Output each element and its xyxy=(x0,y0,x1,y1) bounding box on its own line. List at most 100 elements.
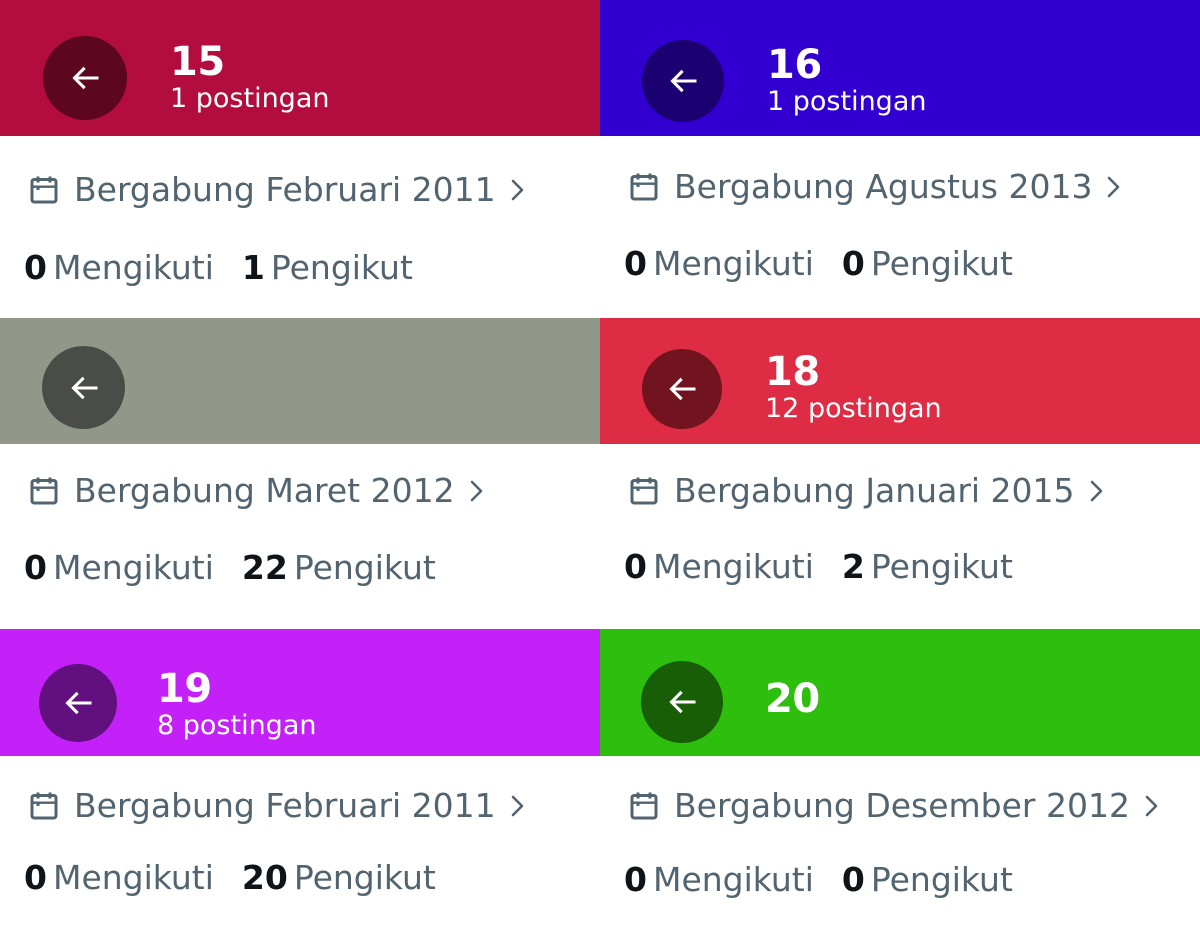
joined-date[interactable]: Bergabung Februari 2011 xyxy=(26,170,532,210)
followers-count: 20 xyxy=(241,858,288,897)
profile-header-banner xyxy=(0,318,600,444)
follow-stats: 0 Mengikuti 20 Pengikut xyxy=(24,858,436,898)
following-label: Mengikuti xyxy=(652,547,814,586)
profile-card: 19 8 postingan Bergabung Februari 2011 0 Men… xyxy=(0,629,600,933)
following-link[interactable]: 0 Mengikuti xyxy=(624,244,814,284)
followers-link[interactable]: 0 Pengikut xyxy=(842,244,1013,284)
followers-label: Pengikut xyxy=(270,248,413,287)
joined-date-text: Bergabung Februari 2011 xyxy=(74,786,496,825)
followers-label: Pengikut xyxy=(293,858,436,897)
profile-title-block: 18 12 postingan xyxy=(765,350,942,424)
followers-count: 1 xyxy=(241,248,265,287)
follow-stats: 0 Mengikuti 2 Pengikut xyxy=(624,547,1013,587)
joined-date[interactable]: Bergabung Januari 2015 xyxy=(626,471,1111,511)
arrow-left-icon xyxy=(67,60,103,96)
profile-header-banner: 15 1 postingan xyxy=(0,0,600,136)
followers-count: 0 xyxy=(841,860,865,899)
follow-stats: 0 Mengikuti 0 Pengikut xyxy=(624,244,1013,284)
arrow-left-icon xyxy=(66,370,102,406)
chevron-right-icon xyxy=(506,175,532,205)
followers-link[interactable]: 22 Pengikut xyxy=(242,548,436,588)
profile-header-banner: 16 1 postingan xyxy=(600,0,1200,136)
chevron-right-icon xyxy=(1085,476,1111,506)
followers-link[interactable]: 1 Pengikut xyxy=(242,248,413,288)
profile-title-block: 15 1 postingan xyxy=(170,40,329,114)
profile-grid: 15 1 postingan Bergabung Februari 2011 0 Men… xyxy=(0,0,1200,933)
following-count: 0 xyxy=(24,858,47,897)
profile-name: 18 xyxy=(765,349,820,395)
followers-count: 2 xyxy=(841,547,865,586)
joined-date-text: Bergabung Maret 2012 xyxy=(74,471,455,510)
profile-name: 15 xyxy=(170,39,225,85)
joined-date-text: Bergabung Desember 2012 xyxy=(674,786,1130,825)
profile-card: 15 1 postingan Bergabung Februari 2011 0 Men… xyxy=(0,0,600,318)
follow-stats: 0 Mengikuti 0 Pengikut xyxy=(624,860,1013,900)
following-link[interactable]: 0 Mengikuti xyxy=(624,547,814,587)
followers-label: Pengikut xyxy=(870,860,1013,899)
joined-date[interactable]: Bergabung Maret 2012 xyxy=(26,471,491,511)
joined-date[interactable]: Bergabung Februari 2011 xyxy=(26,786,532,826)
following-count: 0 xyxy=(24,248,47,287)
joined-date-text: Bergabung Februari 2011 xyxy=(74,170,496,209)
following-count: 0 xyxy=(624,547,647,586)
joined-date[interactable]: Bergabung Desember 2012 xyxy=(626,786,1166,826)
calendar-icon xyxy=(626,472,664,510)
profile-card: 16 1 postingan Bergabung Agustus 2013 0 Meng… xyxy=(600,0,1200,318)
post-count: 12 postingan xyxy=(765,393,942,424)
back-button[interactable] xyxy=(39,664,117,742)
following-count: 0 xyxy=(624,860,647,899)
post-count: 1 postingan xyxy=(767,86,927,117)
profile-name: 19 xyxy=(157,666,212,712)
calendar-icon xyxy=(626,787,664,825)
followers-label: Pengikut xyxy=(870,547,1013,586)
calendar-icon xyxy=(26,171,64,209)
back-button[interactable] xyxy=(42,346,125,429)
followers-count: 0 xyxy=(841,244,865,283)
following-link[interactable]: 0 Mengikuti xyxy=(624,860,814,900)
joined-date-text: Bergabung Januari 2015 xyxy=(674,471,1075,510)
calendar-icon xyxy=(26,472,64,510)
profile-title-block: 16 1 postingan xyxy=(767,43,926,117)
following-label: Mengikuti xyxy=(52,858,214,897)
joined-date[interactable]: Bergabung Agustus 2013 xyxy=(626,167,1128,207)
profile-header-banner: 20 xyxy=(600,629,1200,756)
profile-card: Bergabung Maret 2012 0 Mengikuti 22 Pengikut xyxy=(0,318,600,629)
arrow-left-icon xyxy=(60,685,96,721)
followers-count: 22 xyxy=(241,548,288,587)
back-button[interactable] xyxy=(642,349,722,429)
arrow-left-icon xyxy=(664,684,700,720)
arrow-left-icon xyxy=(664,371,700,407)
followers-label: Pengikut xyxy=(870,244,1013,283)
post-count: 1 postingan xyxy=(170,83,330,114)
following-count: 0 xyxy=(24,548,47,587)
post-count: 8 postingan xyxy=(157,710,317,741)
followers-link[interactable]: 0 Pengikut xyxy=(842,860,1013,900)
profile-header-banner: 19 8 postingan xyxy=(0,629,600,756)
back-button[interactable] xyxy=(642,40,724,122)
profile-name: 20 xyxy=(765,676,820,722)
following-link[interactable]: 0 Mengikuti xyxy=(24,548,214,588)
chevron-right-icon xyxy=(465,476,491,506)
profile-card: 18 12 postingan Bergabung Januari 2015 0 Men… xyxy=(600,318,1200,629)
following-label: Mengikuti xyxy=(652,244,814,283)
profile-header-banner: 18 12 postingan xyxy=(600,318,1200,444)
following-label: Mengikuti xyxy=(52,248,214,287)
follow-stats: 0 Mengikuti 22 Pengikut xyxy=(24,548,436,588)
chevron-right-icon xyxy=(506,791,532,821)
chevron-right-icon xyxy=(1102,172,1128,202)
following-label: Mengikuti xyxy=(52,548,214,587)
followers-link[interactable]: 2 Pengikut xyxy=(842,547,1013,587)
arrow-left-icon xyxy=(665,63,701,99)
profile-card: 20 Bergabung Desember 2012 0 Mengikuti 0 Peng… xyxy=(600,629,1200,933)
following-label: Mengikuti xyxy=(652,860,814,899)
calendar-icon xyxy=(626,168,664,206)
following-link[interactable]: 0 Mengikuti xyxy=(24,248,214,288)
profile-title-block: 19 8 postingan xyxy=(157,667,316,741)
joined-date-text: Bergabung Agustus 2013 xyxy=(674,167,1093,206)
following-count: 0 xyxy=(624,244,647,283)
chevron-right-icon xyxy=(1140,791,1166,821)
back-button[interactable] xyxy=(43,36,127,120)
back-button[interactable] xyxy=(641,661,723,743)
followers-link[interactable]: 20 Pengikut xyxy=(242,858,436,898)
following-link[interactable]: 0 Mengikuti xyxy=(24,858,214,898)
